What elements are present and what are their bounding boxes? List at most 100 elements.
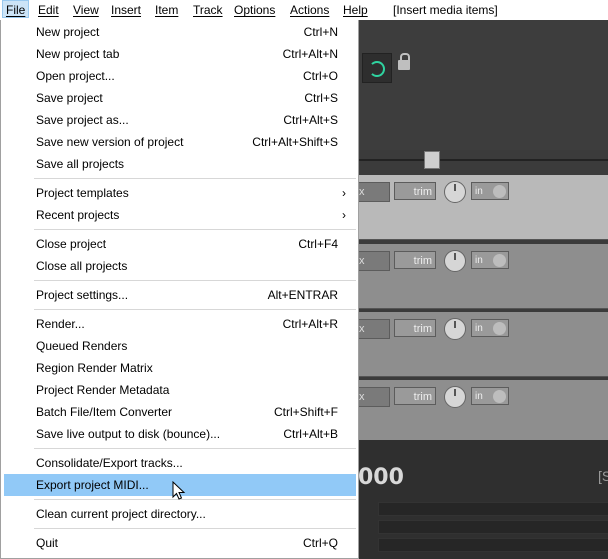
menu-item-shortcut: Ctrl+N (303, 25, 338, 39)
transport-extra: [S (598, 468, 608, 484)
menu-item-close-all-projects[interactable]: Close all projects (4, 255, 356, 277)
menu-item-label: Save project (36, 91, 103, 105)
menu-item-save-project-as[interactable]: Save project as... Ctrl+Alt+S (4, 109, 356, 131)
menu-view[interactable]: View (73, 2, 99, 18)
daw-workspace: x trim in x trim in x trim in x trim in … (358, 20, 608, 559)
menu-separator (34, 178, 356, 179)
menu-edit[interactable]: Edit (38, 2, 59, 18)
trim-button[interactable]: trim (394, 387, 436, 405)
menu-separator (34, 499, 356, 500)
menu-item-close-project[interactable]: Close project Ctrl+F4 (4, 233, 356, 255)
menu-item-label: Quit (36, 536, 59, 550)
menu-track[interactable]: Track (193, 2, 223, 18)
input-select[interactable]: in (471, 182, 509, 200)
menu-item-label: Save new version of project (36, 135, 184, 149)
input-select[interactable]: in (471, 319, 509, 337)
lock-icon[interactable] (398, 53, 410, 70)
trim-button[interactable]: trim (394, 319, 436, 337)
menu-item-batch-converter[interactable]: Batch File/Item Converter Ctrl+Shift+F (4, 401, 356, 423)
fx-label: x (359, 323, 365, 335)
menu-item-label: Region Render Matrix (36, 361, 153, 375)
file-menu-dropdown: New project Ctrl+N New project tab Ctrl+Al… (0, 20, 359, 559)
menu-item-save-project[interactable]: Save project Ctrl+S (4, 87, 356, 109)
menu-item-save-live-output[interactable]: Save live output to disk (bounce)... Ctrl… (4, 423, 356, 445)
menu-file[interactable]: File (2, 0, 30, 18)
pan-knob[interactable] (444, 318, 466, 340)
menu-item-shortcut: Ctrl+Q (302, 536, 338, 550)
menu-item-project-templates[interactable]: Project templates › (4, 182, 356, 204)
menu-item-region-render-matrix[interactable]: Region Render Matrix (4, 357, 356, 379)
menu-item-open-project[interactable]: Open project... Ctrl+O (4, 65, 356, 87)
status-text: [Insert media items] (393, 3, 498, 17)
track-row[interactable]: x trim in (358, 312, 608, 377)
menu-separator (34, 309, 356, 310)
submenu-arrow-icon: › (342, 208, 346, 222)
pan-knob[interactable] (444, 386, 466, 408)
input-label: in (475, 323, 483, 334)
fx-button[interactable]: x (358, 251, 390, 271)
menu-item-label: Save live output to disk (bounce)... (36, 427, 221, 441)
menu-item-label: Close all projects (36, 259, 128, 273)
track-row[interactable]: x trim in (358, 380, 608, 445)
menu-item-label: Queued Renders (36, 339, 128, 353)
menu-item-label: New project tab (36, 47, 120, 61)
menu-item-queued-renders[interactable]: Queued Renders (4, 335, 356, 357)
menu-item-new-project[interactable]: New project Ctrl+N (4, 21, 356, 43)
time-display: 000 (358, 465, 404, 490)
fx-button[interactable]: x (358, 182, 390, 202)
menu-item-save-all-projects[interactable]: Save all projects (4, 153, 356, 175)
fx-button[interactable]: x (358, 319, 390, 339)
input-select[interactable]: in (471, 251, 509, 269)
input-label: in (475, 391, 483, 402)
menu-help[interactable]: Help (343, 2, 368, 18)
menu-separator (34, 448, 356, 449)
menu-item-recent-projects[interactable]: Recent projects › (4, 204, 356, 226)
track-row[interactable]: x trim in (358, 244, 608, 309)
menu-item-shortcut: Ctrl+Alt+B (283, 427, 338, 441)
menu-options[interactable]: Options (234, 2, 275, 18)
menu-item-label: Save all projects (36, 157, 125, 171)
trim-button[interactable]: trim (394, 182, 436, 200)
menu-item-clean-project-directory[interactable]: Clean current project directory... (4, 503, 356, 525)
fx-button[interactable]: x (358, 387, 390, 407)
zoom-slider-thumb[interactable] (424, 151, 440, 169)
menu-item-project-settings[interactable]: Project settings... Alt+ENTRAR (4, 284, 356, 306)
dropdown-icon (493, 390, 506, 403)
menu-item-consolidate-export[interactable]: Consolidate/Export tracks... (4, 452, 356, 474)
menu-item-label: Project settings... (36, 288, 129, 302)
menu-insert[interactable]: Insert (111, 2, 141, 18)
menu-item-label: Consolidate/Export tracks... (36, 456, 183, 470)
transport-panel: 000 [S (358, 440, 608, 559)
pan-knob[interactable] (444, 181, 466, 203)
input-select[interactable]: in (471, 387, 509, 405)
menu-item-shortcut: Ctrl+O (302, 69, 338, 83)
menu-item-label: Clean current project directory... (36, 507, 206, 521)
menu-item-label: Batch File/Item Converter (36, 405, 173, 419)
menu-item[interactable]: Item (155, 2, 178, 18)
menu-item-render[interactable]: Render... Ctrl+Alt+R (4, 313, 356, 335)
submenu-arrow-icon: › (342, 186, 346, 200)
menu-item-quit[interactable]: Quit Ctrl+Q (4, 532, 356, 554)
trim-button[interactable]: trim (394, 251, 436, 269)
menu-actions[interactable]: Actions (290, 2, 329, 18)
menu-item-shortcut: Alt+ENTRAR (267, 288, 338, 302)
menu-item-save-new-version[interactable]: Save new version of project Ctrl+Alt+Shif… (4, 131, 356, 153)
menu-item-label: Render... (36, 317, 85, 331)
meter-bar (378, 520, 608, 534)
menu-item-label: Project templates (36, 186, 129, 200)
main-toolbar (358, 20, 608, 150)
fx-label: x (359, 186, 365, 198)
pan-knob[interactable] (444, 250, 466, 272)
snap-toggle-button[interactable] (362, 53, 392, 83)
menu-item-project-render-metadata[interactable]: Project Render Metadata (4, 379, 356, 401)
menu-separator (34, 280, 356, 281)
fx-label: x (359, 255, 365, 267)
zoom-slider-track[interactable] (358, 159, 608, 161)
menu-item-shortcut: Ctrl+Alt+R (282, 317, 338, 331)
menu-item-label: Project Render Metadata (36, 383, 170, 397)
menu-item-label: Export project MIDI... (36, 478, 149, 492)
magnet-icon (369, 61, 385, 77)
menu-item-new-project-tab[interactable]: New project tab Ctrl+Alt+N (4, 43, 356, 65)
meter-bar (378, 538, 608, 552)
track-row[interactable]: x trim in (358, 175, 608, 240)
